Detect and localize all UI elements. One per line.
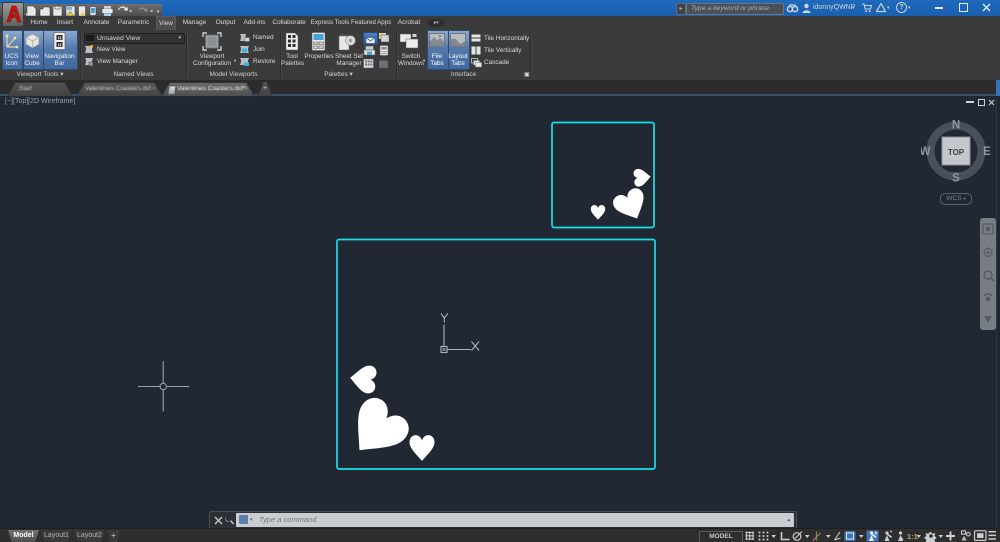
- svg-text:E: E: [983, 146, 991, 158]
- svg-text:TOP: TOP: [948, 148, 965, 157]
- svg-text:1:1: 1:1: [907, 532, 918, 541]
- svg-text:S: S: [952, 173, 960, 185]
- svg-text:W: W: [921, 146, 931, 158]
- svg-text:N: N: [952, 120, 960, 132]
